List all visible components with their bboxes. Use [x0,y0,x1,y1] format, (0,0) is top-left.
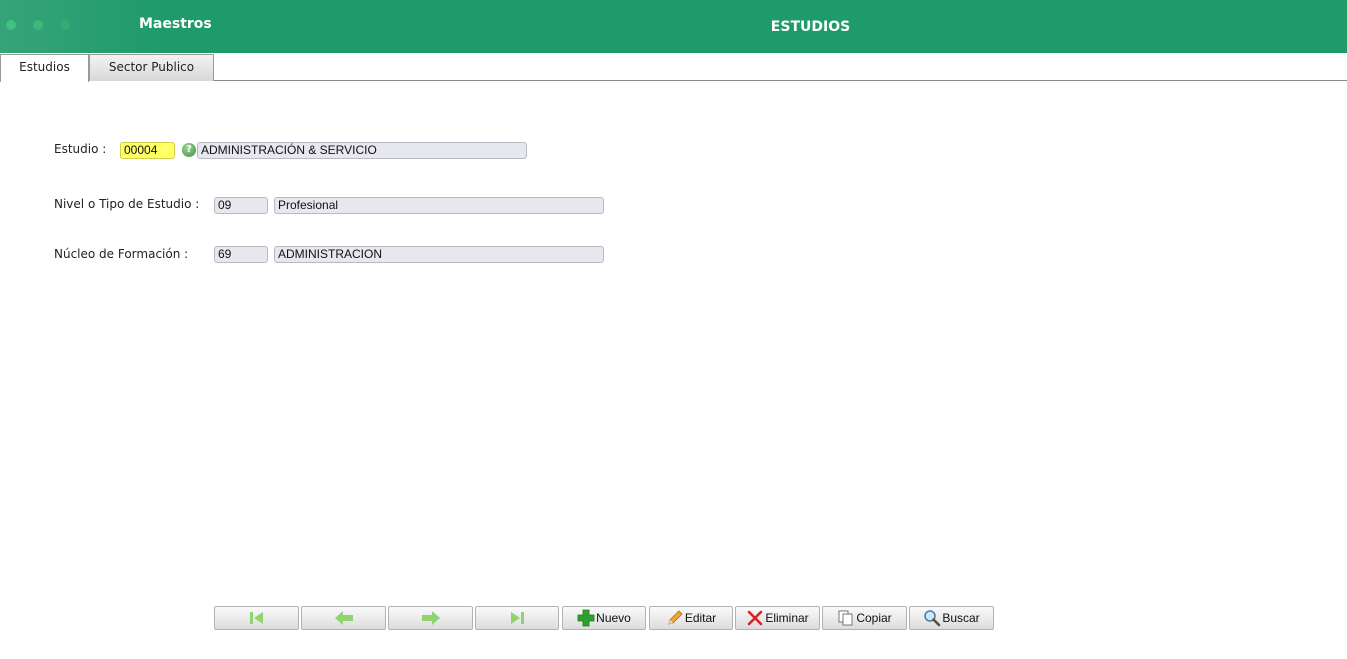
previous-record-icon [334,611,353,625]
nuevo-label: Nuevo [596,611,631,625]
next-record-button[interactable] [388,606,473,630]
nivel-label: Nivel o Tipo de Estudio : [54,197,200,211]
last-record-icon [511,612,524,624]
eliminar-button[interactable]: Eliminar [735,606,820,630]
nuevo-button[interactable]: Nuevo [562,606,646,630]
help-icon[interactable]: ? [182,143,196,157]
estudio-code-field[interactable]: 00004 [120,142,175,159]
nucleo-label: Núcleo de Formación : [54,247,189,261]
next-record-icon [421,611,440,625]
window-title: ESTUDIOS [770,19,851,35]
buscar-button[interactable]: Buscar [909,606,994,630]
first-record-icon [249,612,263,624]
delete-x-icon [748,610,763,626]
tab-estudios[interactable]: Estudios [0,54,89,82]
buscar-label: Buscar [942,611,980,625]
estudio-label: Estudio : [54,142,107,156]
copiar-button[interactable]: Copiar [822,606,907,630]
nucleo-code-field[interactable]: 69 [214,246,268,263]
editar-button[interactable]: Editar [649,606,733,630]
nivel-description-field[interactable]: Profesional [274,197,604,214]
magnifier-icon [924,610,941,627]
pencil-icon [668,610,683,625]
nucleo-description-field[interactable]: ADMINISTRACION [274,246,604,263]
title-bar: Maestros ESTUDIOS [0,0,1347,53]
estudio-description-field[interactable]: ADMINISTRACIÓN & SERVICIO [197,142,527,159]
tab-sector-publico[interactable]: Sector Publico [89,54,214,81]
eliminar-label: Eliminar [765,611,809,625]
first-record-button[interactable] [214,606,299,630]
copiar-label: Copiar [856,611,892,625]
nivel-code-field[interactable]: 09 [214,197,268,214]
copy-icon [838,610,853,626]
plus-icon [577,609,595,627]
previous-record-button[interactable] [301,606,386,630]
last-record-button[interactable] [475,606,559,630]
editar-label: Editar [684,611,717,625]
